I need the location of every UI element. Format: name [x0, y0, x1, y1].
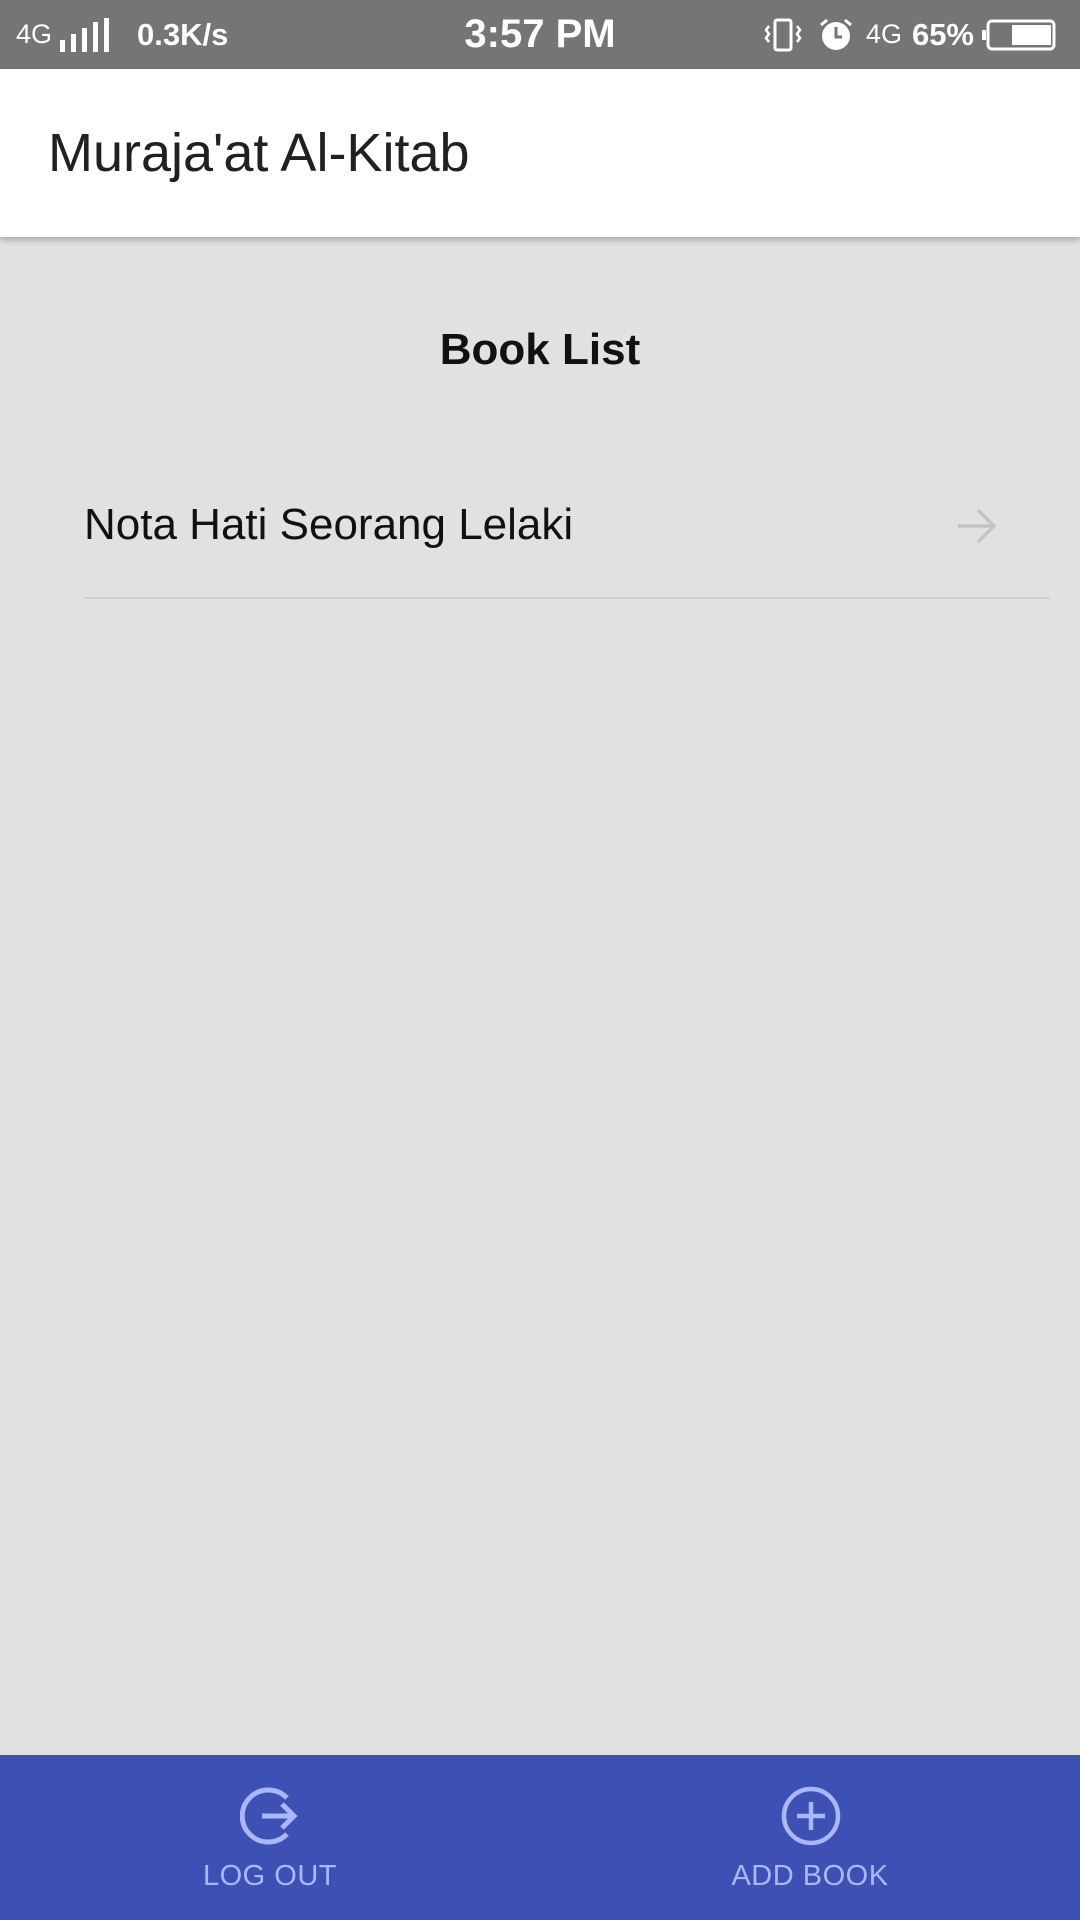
alarm-icon [818, 17, 854, 53]
book-list-item[interactable]: Nota Hati Seorang Lelaki [84, 465, 1050, 599]
add-book-label: ADD BOOK [731, 1860, 889, 1892]
status-bar-right: 4G 65% [762, 0, 1056, 69]
battery-percent-label: 65% [911, 16, 974, 52]
arrow-right-icon [958, 508, 997, 544]
status-bar: 4G 0.3K/s 3:57 PM 4G 65% [0, 0, 1080, 69]
add-book-button[interactable]: ADD BOOK [540, 1755, 1080, 1920]
bottom-navigation: LOG OUT ADD BOOK [0, 1755, 1080, 1920]
app-title: Muraja'at Al-Kitab [48, 123, 470, 183]
book-title: Nota Hati Seorang Lelaki [84, 500, 574, 549]
mobile-data-label: 4G [865, 19, 902, 49]
logout-label: LOG OUT [202, 1860, 337, 1892]
logout-icon [240, 1787, 298, 1845]
vibrate-icon [762, 18, 804, 52]
add-circle-icon [781, 1786, 841, 1846]
logout-button[interactable]: LOG OUT [0, 1755, 540, 1920]
battery-icon [982, 18, 1056, 52]
book-list-heading: Book List [439, 325, 641, 374]
app-bar: Muraja'at Al-Kitab [0, 69, 1080, 237]
